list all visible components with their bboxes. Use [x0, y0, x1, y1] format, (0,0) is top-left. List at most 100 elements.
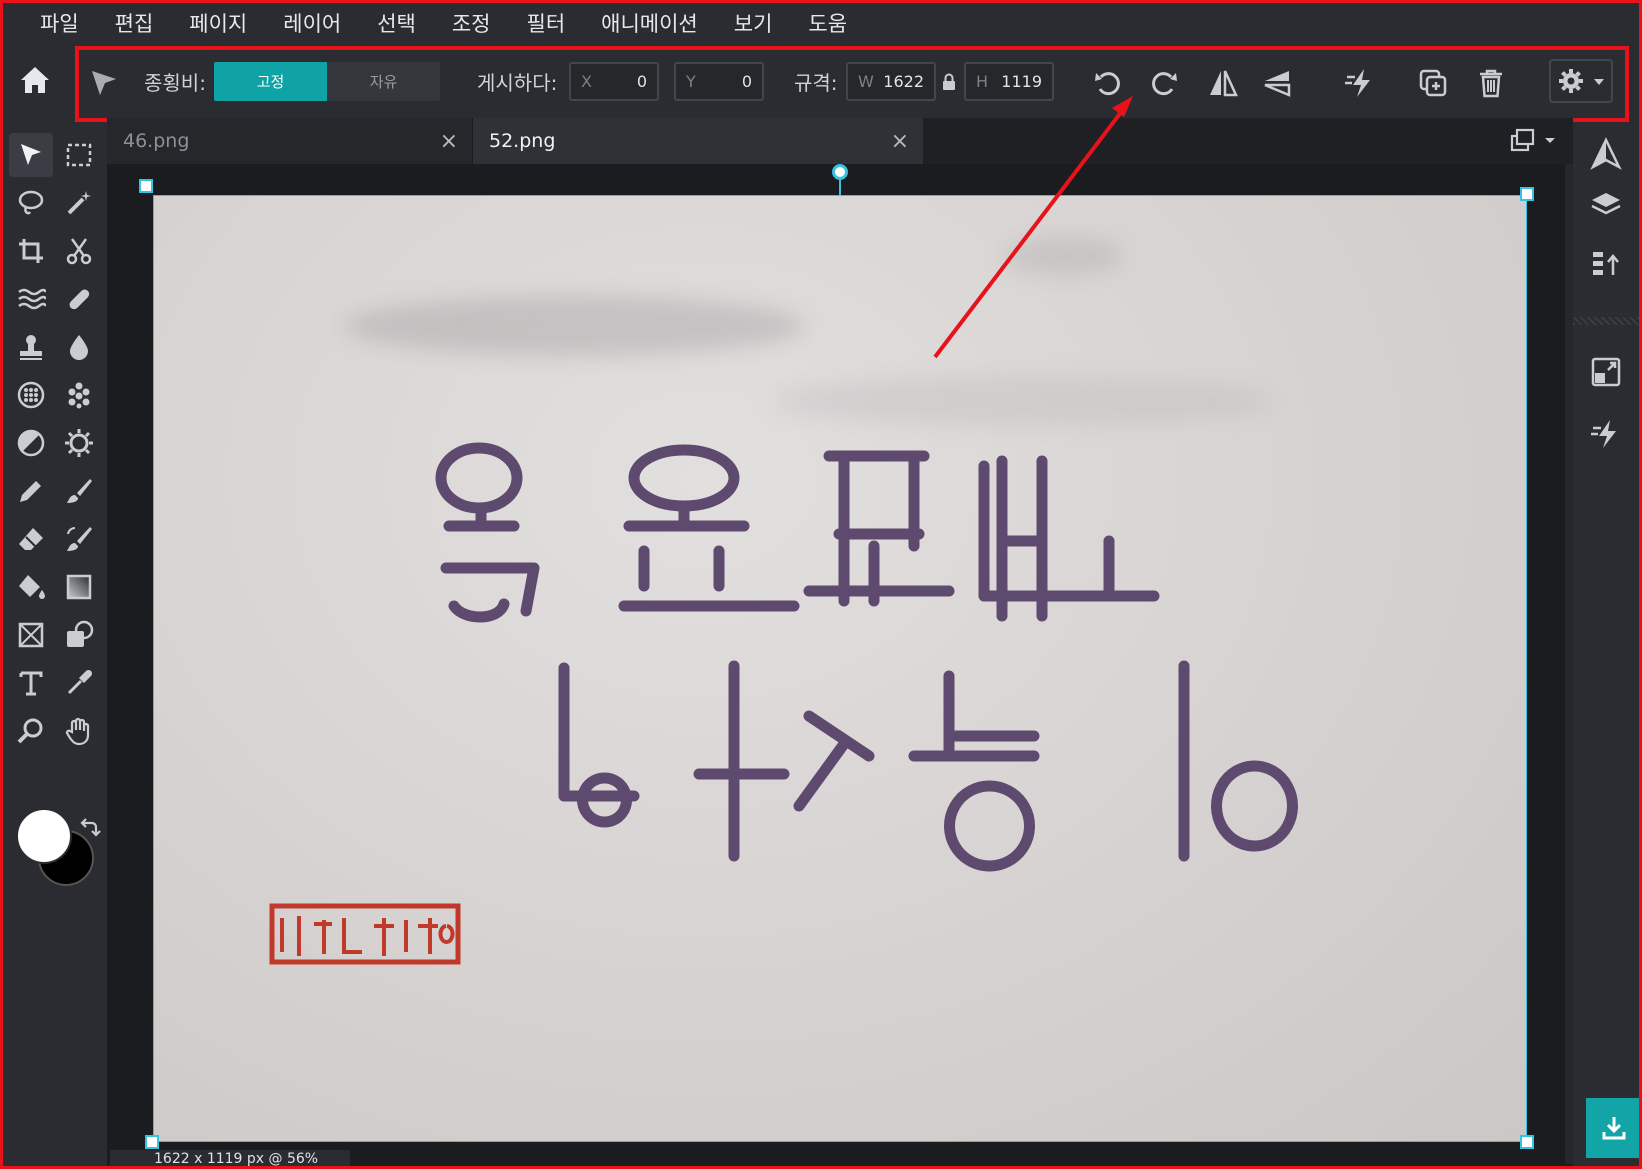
- download-button[interactable]: [1586, 1098, 1642, 1158]
- close-icon[interactable]: ×: [891, 129, 909, 154]
- vertical-scrollbar[interactable]: [1565, 164, 1573, 1164]
- text-tool[interactable]: [9, 661, 53, 705]
- menu-animation[interactable]: 애니메이션: [583, 3, 716, 45]
- delete-icon[interactable]: [1473, 65, 1509, 101]
- quick-effects-icon[interactable]: [1589, 417, 1623, 451]
- flip-vertical-icon[interactable]: [1259, 65, 1295, 101]
- menu-select[interactable]: 선택: [359, 3, 434, 45]
- lasso-tool[interactable]: [9, 181, 53, 225]
- layers-icon[interactable]: [1589, 187, 1623, 221]
- aspect-free-button[interactable]: 자유: [327, 62, 440, 101]
- menu-adjust[interactable]: 조정: [434, 3, 509, 45]
- liquify-tool[interactable]: [9, 277, 53, 321]
- lock-icon[interactable]: [941, 73, 957, 91]
- quick-actions-icon[interactable]: [1343, 65, 1379, 101]
- flip-horizontal-icon[interactable]: [1205, 65, 1241, 101]
- x-prefix: X: [581, 72, 592, 91]
- menu-file[interactable]: 파일: [3, 3, 97, 45]
- tab-46-png[interactable]: 46.png ×: [107, 118, 473, 164]
- tools-panel: [3, 127, 107, 1166]
- tab-52-png[interactable]: 52.png ×: [473, 118, 923, 164]
- select-tool[interactable]: [9, 133, 53, 177]
- magic-wand-tool[interactable]: [57, 181, 101, 225]
- resize-handle-bottom-right[interactable]: [1520, 1135, 1534, 1149]
- lasso-icon: [18, 190, 44, 215]
- settings-dropdown[interactable]: [1549, 59, 1613, 103]
- foreground-color-swatch[interactable]: [16, 808, 72, 864]
- marquee-icon: [66, 143, 92, 167]
- height-field[interactable]: H 1119: [964, 62, 1054, 101]
- history-icon[interactable]: [1589, 247, 1623, 281]
- blur-tool[interactable]: [57, 325, 101, 369]
- menu-edit[interactable]: 편집: [97, 3, 172, 45]
- swap-colors-icon[interactable]: [77, 817, 101, 841]
- menubar: 파일 편집 페이지 레이어 선택 조정 필터 애니메이션 보기 도움: [3, 3, 1639, 45]
- brush-tool[interactable]: [57, 469, 101, 513]
- aspect-ratio-label: 종횡비:: [144, 71, 206, 95]
- navigator-icon[interactable]: [1589, 137, 1623, 171]
- sun-icon: [65, 429, 93, 457]
- healing-tool[interactable]: [57, 277, 101, 321]
- stamp-icon: [20, 335, 42, 360]
- x-position-field[interactable]: X 0: [569, 62, 659, 101]
- clone-stamp-tool[interactable]: [9, 325, 53, 369]
- rotate-right-icon[interactable]: [1145, 65, 1181, 101]
- resize-handle-top-right[interactable]: [1520, 187, 1534, 201]
- magnifier-icon: [17, 718, 43, 744]
- resize-handle-top-left[interactable]: [139, 179, 153, 193]
- resize-handle-bottom-left[interactable]: [145, 1135, 159, 1149]
- pen-tool[interactable]: [9, 469, 53, 513]
- window-arrange-icon[interactable]: [1508, 126, 1568, 156]
- eyedropper-tool[interactable]: [57, 661, 101, 705]
- gradient-icon: [66, 574, 92, 600]
- duplicate-icon[interactable]: [1415, 65, 1451, 101]
- pattern-tool[interactable]: [9, 373, 53, 417]
- paint-bucket-tool[interactable]: [9, 565, 53, 609]
- image-size-icon[interactable]: [1589, 355, 1623, 389]
- sharpen-tool[interactable]: [57, 421, 101, 465]
- crop-tool[interactable]: [9, 229, 53, 273]
- menu-page[interactable]: 페이지: [171, 3, 265, 45]
- color-replace-tool[interactable]: [57, 517, 101, 561]
- image-canvas[interactable]: [153, 195, 1527, 1142]
- grid-circle-icon: [17, 381, 45, 409]
- photo-mirrored-sign: [269, 442, 1298, 965]
- y-position-field[interactable]: Y 0: [674, 62, 764, 101]
- right-panel: [1573, 127, 1639, 1166]
- arrow-pointer-icon: [21, 144, 41, 165]
- rotation-handle[interactable]: [832, 164, 848, 180]
- menu-view[interactable]: 보기: [716, 3, 791, 45]
- shape-tool[interactable]: [57, 613, 101, 657]
- frame-tool[interactable]: [9, 613, 53, 657]
- cutout-tool[interactable]: [57, 229, 101, 273]
- hand-tool[interactable]: [57, 709, 101, 753]
- menu-filter[interactable]: 필터: [509, 3, 584, 45]
- rotation-handle-stem: [839, 178, 841, 196]
- dodge-burn-tool[interactable]: [9, 421, 53, 465]
- magic-wand-icon: [67, 191, 91, 215]
- y-prefix: Y: [686, 72, 696, 91]
- zoom-tool[interactable]: [9, 709, 53, 753]
- width-field[interactable]: W 1622: [846, 62, 936, 101]
- close-icon[interactable]: ×: [440, 129, 458, 154]
- brush-swap-icon: [67, 526, 92, 551]
- hand-icon: [65, 717, 90, 746]
- shapes-icon: [67, 620, 94, 647]
- eraser-tool[interactable]: [9, 517, 53, 561]
- gear-icon: [1559, 69, 1583, 93]
- menu-layer[interactable]: 레이어: [265, 3, 359, 45]
- h-value: 1119: [1001, 72, 1042, 91]
- position-label: 게시하다:: [477, 71, 558, 95]
- tab-label: 52.png: [489, 130, 556, 152]
- rotate-left-icon[interactable]: [1091, 65, 1127, 101]
- aspect-fixed-button[interactable]: 고정: [214, 62, 327, 101]
- sponge-tool[interactable]: [57, 373, 101, 417]
- marquee-tool[interactable]: [57, 133, 101, 177]
- tab-label: 46.png: [123, 130, 190, 152]
- gradient-tool[interactable]: [57, 565, 101, 609]
- menu-help[interactable]: 도움: [790, 3, 865, 45]
- y-value: 0: [741, 72, 752, 91]
- aspect-ratio-toggle: 고정 자유: [214, 62, 440, 101]
- brush-icon: [67, 479, 92, 503]
- home-icon[interactable]: [17, 62, 53, 98]
